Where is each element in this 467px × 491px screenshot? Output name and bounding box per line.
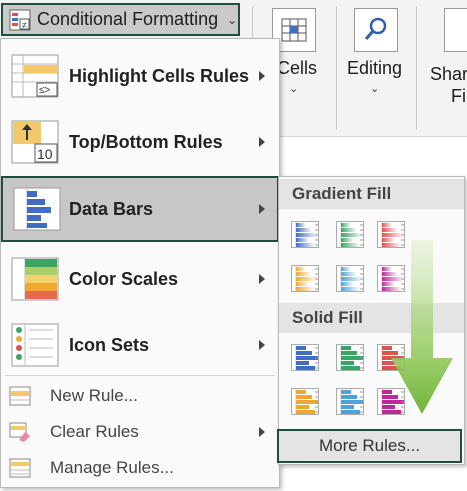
manage-rules-icon [9,458,31,478]
more-rules-button[interactable]: More Rules... [277,429,462,463]
solid-red-data-bar-icon[interactable] [377,344,405,371]
share-label-second-line: Fil [451,86,467,106]
conditional-formatting-label: Conditional Formatting [37,9,219,29]
chevron-down-icon: ⌄ [289,83,299,95]
gradient-light-blue-data-bar-icon[interactable] [336,265,364,292]
find-icon[interactable] [354,8,398,52]
icon-sets-icon [11,323,59,367]
gradient-red-data-bar-icon[interactable] [377,221,405,248]
chevron-right-icon [259,71,265,81]
menu-item-label: Highlight Cells Rules [69,65,250,86]
menu-item-label: Clear Rules [50,422,139,441]
ribbon-divider [336,6,337,130]
share-label[interactable]: Shar [430,64,467,85]
new-rule-icon [9,386,31,406]
color-scales-icon [11,257,59,301]
solid-fill-heading: Solid Fill [279,303,464,333]
chevron-right-icon [259,427,265,437]
top-bottom-icon-number: 10 [37,146,53,162]
conditional-formatting-button[interactable]: ≠ Conditional Formatting ⌄ [1,3,240,36]
gradient-orange-data-bar-icon[interactable] [291,265,319,292]
gradient-blue-data-bar-icon[interactable] [291,221,319,248]
gradient-purple-data-bar-icon[interactable] [377,265,405,292]
menu-item-label: Color Scales [69,268,179,289]
conditional-formatting-icon: ≠ [9,9,31,31]
menu-item-label: New Rule... [50,386,138,405]
chevron-right-icon [259,340,265,350]
solid-purple-data-bar-icon[interactable] [377,388,405,415]
ribbon-divider [416,6,417,130]
menu-item-label: Manage Rules... [50,458,174,477]
menu-item-top-bottom-rules[interactable]: 10 Top/Bottom Rules [1,109,279,175]
share-icon[interactable] [444,8,467,52]
menu-item-clear-rules[interactable]: Clear Rules [1,416,279,448]
menu-item-icon-sets[interactable]: Icon Sets [1,312,279,378]
chevron-right-icon [259,204,265,214]
menu-item-highlight-cells-rules[interactable]: ≤> Highlight Cells Rules [1,43,279,109]
gradient-fill-heading: Gradient Fill [279,179,464,209]
chevron-down-icon: ⌄ [227,12,238,27]
menu-item-label: Top/Bottom Rules [69,131,223,152]
editing-label[interactable]: Editing [347,58,402,79]
clear-rules-icon [9,422,31,442]
chevron-right-icon [259,274,265,284]
conditional-formatting-menu: ≤> Highlight Cells Rules 10 Top/Bottom R… [0,38,280,488]
cells-label[interactable]: Cells [277,58,317,79]
svg-text:≠: ≠ [22,20,27,30]
solid-green-data-bar-icon[interactable] [336,344,364,371]
menu-divider [5,375,275,376]
menu-item-manage-rules[interactable]: Manage Rules... [1,452,279,484]
chevron-down-icon: ⌄ [370,83,380,95]
solid-orange-data-bar-icon[interactable] [291,388,319,415]
data-bars-icon [13,187,61,231]
data-bars-submenu: Gradient Fill Solid Fill More Rules... [277,176,465,465]
solid-blue-data-bar-icon[interactable] [291,344,319,371]
chevron-right-icon [259,137,265,147]
menu-item-label: Data Bars [69,198,154,219]
top-bottom-icon: 10 [11,120,59,164]
menu-item-label: Icon Sets [69,334,150,355]
menu-item-data-bars[interactable]: Data Bars [1,176,279,242]
svg-text:≤>: ≤> [39,85,50,96]
menu-item-new-rule[interactable]: New Rule... [1,380,279,412]
gradient-green-data-bar-icon[interactable] [336,221,364,248]
menu-item-color-scales[interactable]: Color Scales [1,246,279,312]
highlight-cells-icon: ≤> [11,54,59,98]
solid-light-blue-data-bar-icon[interactable] [336,388,364,415]
